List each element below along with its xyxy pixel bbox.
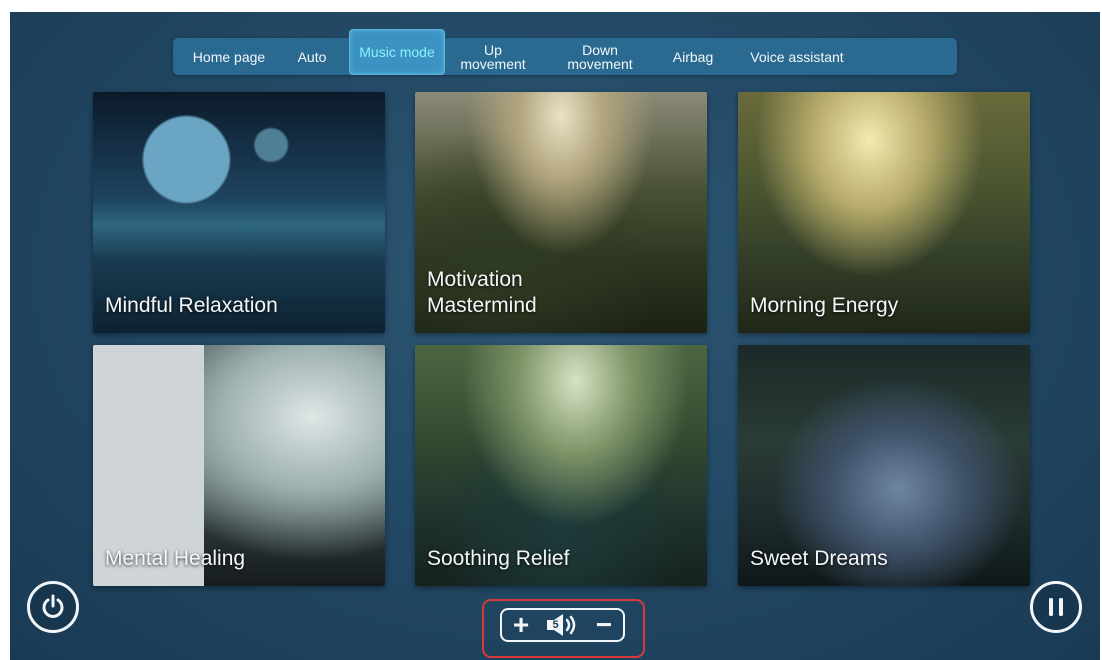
music-card-morning-energy[interactable]: Morning Energy [738,92,1030,333]
speaker-icon: 5 [545,612,581,638]
card-title: Mindful Relaxation [105,294,278,317]
tab-up-movement[interactable]: Up movement [445,38,541,75]
music-card-soothing-relief[interactable]: Soothing Relief [415,345,707,586]
music-card-mindful-relaxation[interactable]: Mindful Relaxation [93,92,385,333]
tab-auto[interactable]: Auto [285,38,339,75]
power-button[interactable] [27,581,79,633]
volume-down-button[interactable]: − [591,611,617,639]
card-title: Soothing Relief [427,547,570,570]
tab-airbag[interactable]: Airbag [659,38,727,75]
volume-level: 5 [552,619,559,631]
tab-voice-assistant[interactable]: Voice assistant [727,38,867,75]
pause-icon [1049,598,1063,616]
tab-music-mode[interactable]: Music mode [349,29,445,75]
card-title: Morning Energy [750,294,899,317]
music-card-mental-healing[interactable]: Mental Healing [93,345,385,586]
top-navigation: Home page Auto Music mode Up movement Do… [173,29,957,75]
tab-home-page[interactable]: Home page [173,38,285,75]
card-title: Motivation Mastermind [427,268,537,317]
tab-down-movement[interactable]: Down movement [541,38,659,75]
music-card-motivation-mastermind[interactable]: Motivation Mastermind [415,92,707,333]
power-icon [42,594,64,618]
volume-control: + 5 − [500,608,625,642]
music-card-sweet-dreams[interactable]: Sweet Dreams [738,345,1030,586]
volume-up-button[interactable]: + [508,611,534,639]
music-mode-screen: Home page Auto Music mode Up movement Do… [10,12,1100,660]
pause-button[interactable] [1030,581,1082,633]
card-title: Sweet Dreams [750,547,888,570]
card-title: Mental Healing [105,547,246,570]
